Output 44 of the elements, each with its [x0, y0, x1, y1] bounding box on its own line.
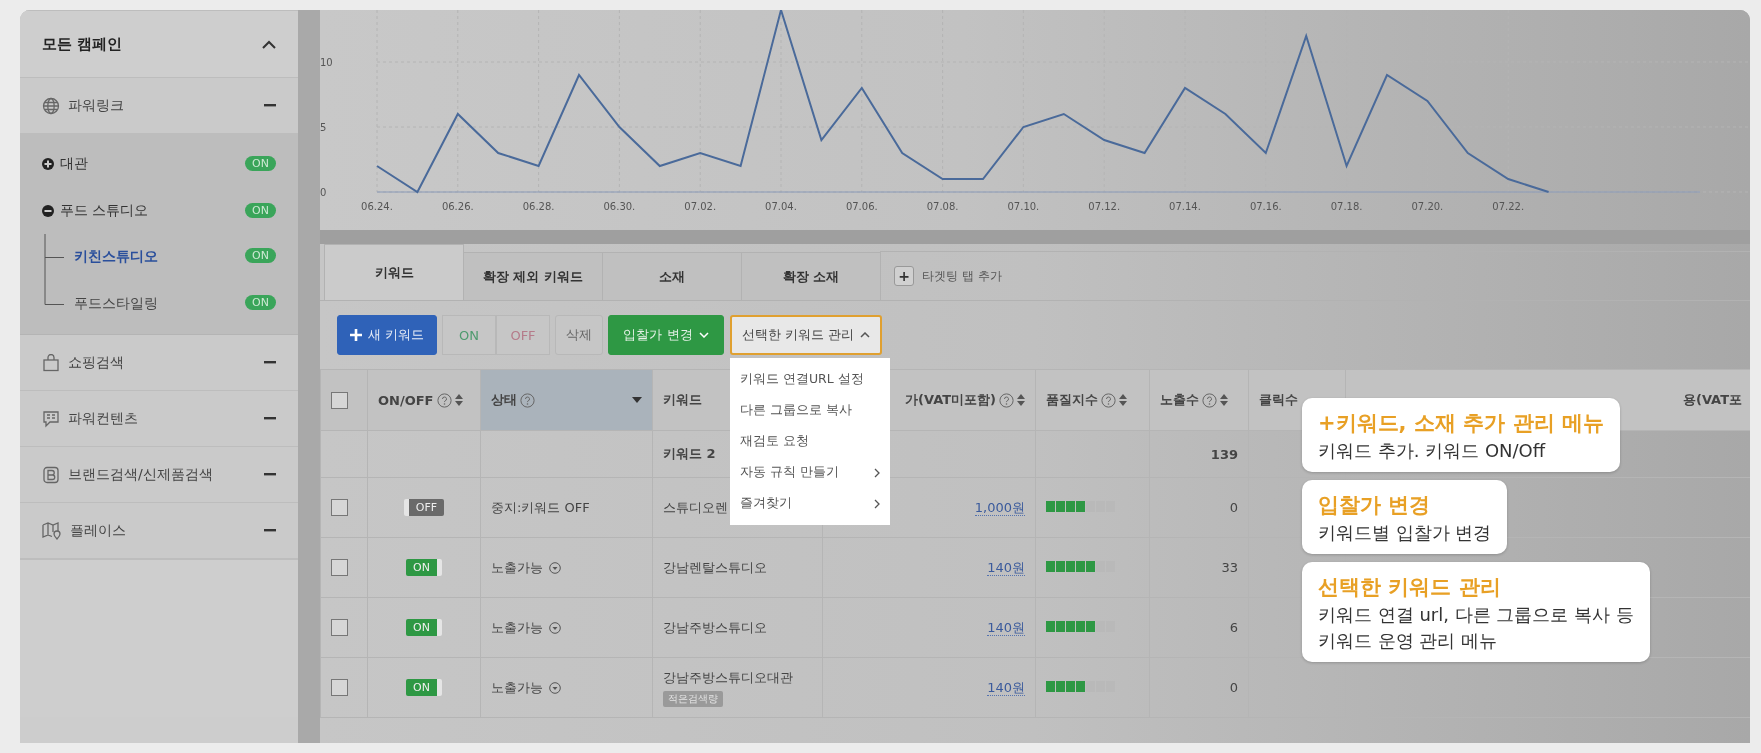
impressions-value: 0 [1229, 680, 1238, 695]
callout-title: 입찰가 변경 [1318, 492, 1432, 519]
y-tick-label: 0 [320, 187, 327, 198]
impressions-value: 0 [1229, 500, 1238, 515]
impressions-value: 6 [1229, 620, 1238, 635]
sidebar-title: 모든 캠페인 [42, 34, 123, 54]
x-tick-label: 07.02. [684, 201, 717, 212]
x-tick-label: 07.16. [1249, 201, 1282, 212]
status-text: 노출가능 [491, 618, 543, 637]
total-keyword-count: 키워드 2 [663, 446, 716, 461]
x-tick-label: 07.14. [1169, 201, 1201, 212]
x-tick-label: 06.30. [603, 201, 636, 212]
x-tick-label: 07.06. [845, 201, 878, 212]
callout-text: 키워드별 입찰가 변경 [1318, 521, 1492, 545]
total-impressions: 139 [1210, 446, 1238, 462]
x-tick-label: 07.18. [1330, 201, 1363, 212]
low-volume-tag: 적은검색량 [663, 690, 723, 707]
status-text: 노출가능 [491, 678, 543, 697]
x-tick-label: 06.28. [522, 201, 555, 212]
y-tick-label: 10 [320, 57, 333, 68]
x-tick-label: 06.26. [441, 201, 474, 212]
keyword-text: 강남주방스튜디오 [663, 618, 767, 637]
x-tick-label: 07.08. [926, 201, 959, 212]
callout-text: 키워드 추가. 키워드 ON/Off [1318, 439, 1547, 463]
x-tick-label: 07.22. [1492, 201, 1525, 212]
on-badge: ON [245, 156, 276, 171]
y-tick-label: 5 [320, 122, 327, 133]
status-text: 노출가능 [491, 558, 543, 577]
on-badge: ON [245, 248, 276, 263]
callout-title: 선택한 키워드 관리 [1318, 574, 1502, 601]
x-tick-label: 06.24. [361, 201, 393, 212]
impressions-value: 33 [1221, 560, 1238, 575]
status-text: 중지:키워드 OFF [491, 498, 590, 517]
x-tick-label: 07.12. [1088, 201, 1121, 212]
on-badge: ON [245, 203, 276, 218]
x-tick-label: 07.04. [765, 201, 797, 212]
keyword-text: 스튜디오렌 [663, 498, 728, 517]
on-badge: ON [245, 295, 276, 310]
callout-text: 키워드 운영 관리 메뉴 [1318, 629, 1499, 653]
keyword-text: 강남주방스튜디오대관 [663, 668, 793, 687]
x-tick-label: 07.20. [1411, 201, 1444, 212]
x-tick-label: 07.10. [1007, 201, 1040, 212]
keyword-text: 강남렌탈스튜디오 [663, 558, 767, 577]
callout-text: 키워드 연결 url, 다른 그룹으로 복사 등 [1318, 603, 1634, 627]
